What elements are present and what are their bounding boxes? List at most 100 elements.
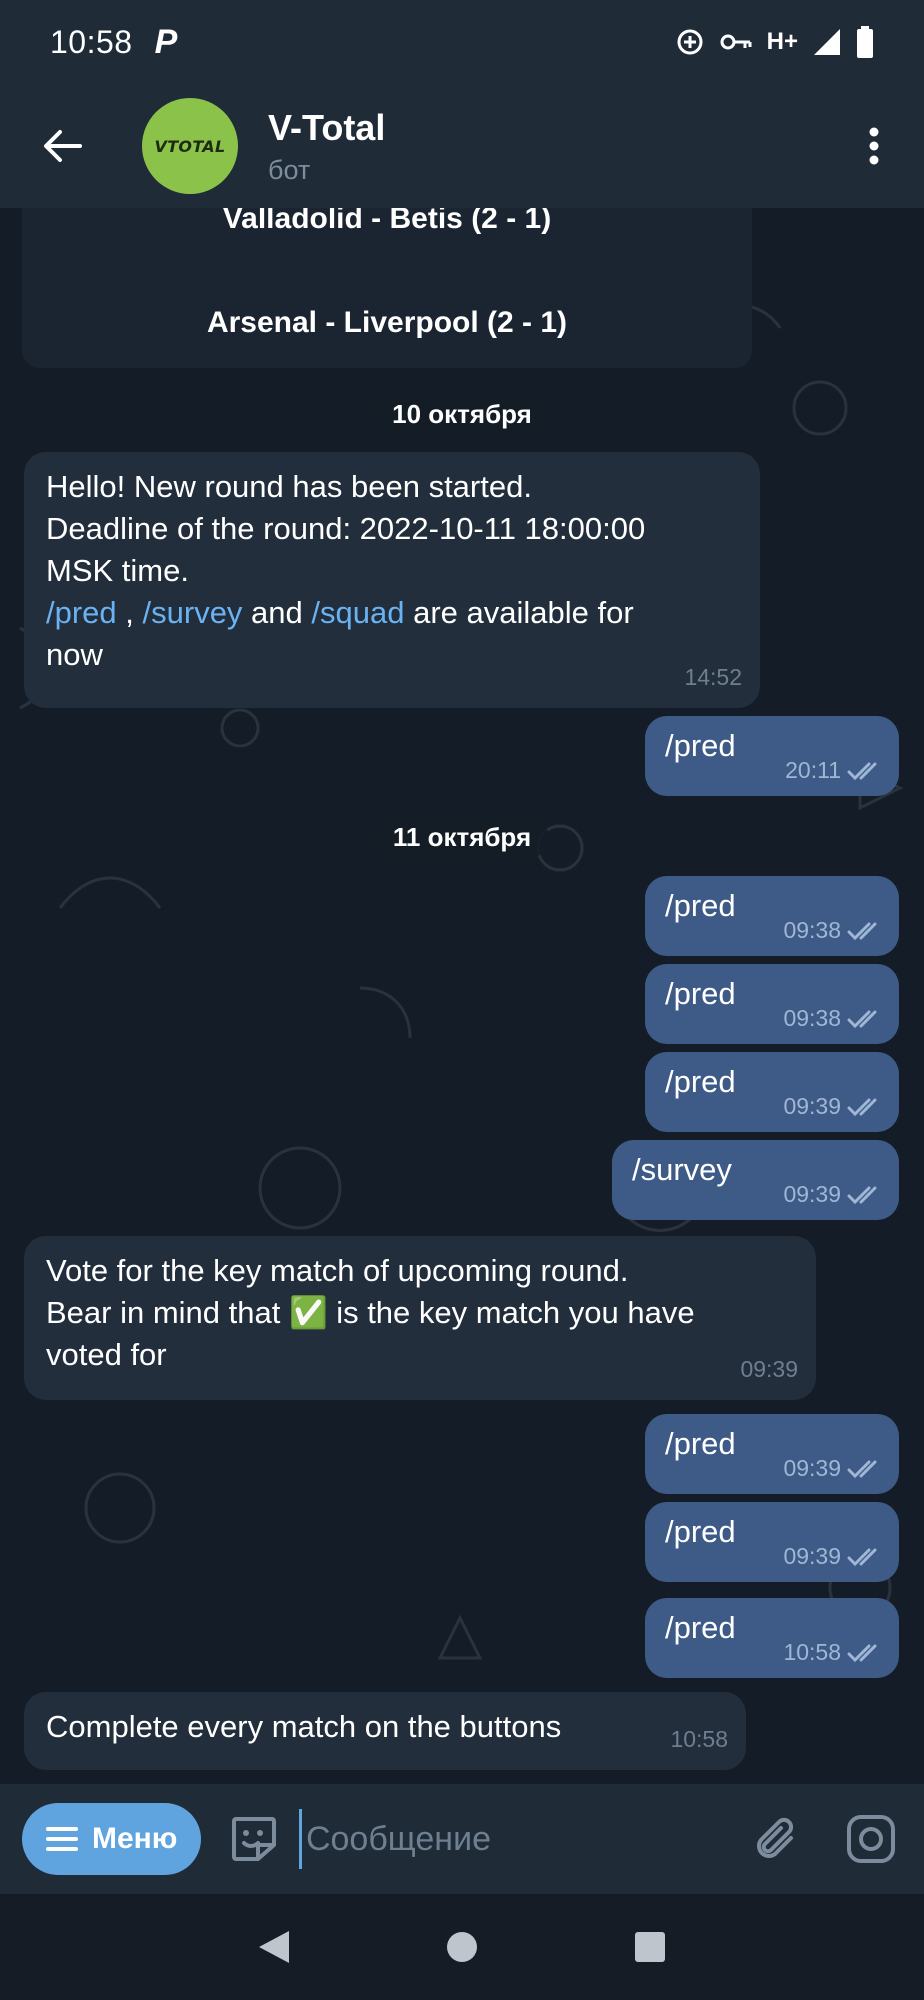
double-check-icon — [847, 1548, 877, 1566]
message-text: /pred — [665, 1064, 736, 1099]
message-text: /survey — [632, 1152, 732, 1187]
double-check-icon — [847, 762, 877, 780]
nav-home-icon[interactable] — [445, 1930, 479, 1964]
message-line: Hello! New round has been started. — [46, 469, 532, 504]
message-time: 09:39 — [783, 1093, 841, 1119]
message-text: /pred — [665, 976, 736, 1011]
outgoing-message: /pred 09:38 — [645, 964, 899, 1044]
message-meta: 09:39 — [783, 1455, 883, 1482]
incoming-message: Vote for the key match of upcoming round… — [24, 1236, 816, 1400]
menu-label: Меню — [92, 1822, 178, 1855]
message-time: 09:38 — [783, 1005, 841, 1031]
message-line: MSK time. — [46, 553, 189, 588]
outgoing-message: /pred 09:39 — [645, 1502, 899, 1582]
message-composer: Меню — [0, 1784, 924, 1894]
message-text: are available for — [404, 595, 634, 630]
message-meta: 10:58 — [783, 1639, 883, 1666]
separator-text: , — [116, 595, 143, 630]
double-check-icon — [847, 1644, 877, 1662]
squad-command-link[interactable]: /squad — [311, 595, 404, 630]
nav-back-icon[interactable] — [257, 1929, 291, 1965]
data-saver-icon — [677, 29, 703, 55]
outgoing-message: /pred 09:39 — [645, 1414, 899, 1494]
incoming-message: Hello! New round has been started. Deadl… — [24, 452, 760, 708]
message-time: 14:52 — [684, 664, 742, 690]
status-bar: 10:58 P H+ — [0, 0, 924, 84]
double-check-icon — [847, 1186, 877, 1204]
network-type: H+ — [766, 28, 798, 55]
check-mark-icon: ✅ — [288, 1295, 328, 1330]
message-line: Bear in mind that ✅ is the key match you… — [46, 1292, 794, 1334]
message-meta: 09:39 — [783, 1093, 883, 1120]
previous-match-1: Valladolid - Betis (2 - 1) — [222, 208, 552, 235]
pred-command-link[interactable]: /pred — [46, 595, 117, 630]
message-text: /pred — [665, 1514, 736, 1549]
message-line: now — [46, 637, 103, 672]
sticker-button[interactable] — [227, 1809, 281, 1869]
chat-header: VTOTAL V-Total бот — [0, 84, 924, 208]
incoming-message: Complete every match on the buttons 10:5… — [24, 1692, 746, 1770]
message-time: 09:38 — [783, 917, 841, 943]
message-meta: 20:11 — [785, 757, 883, 784]
date-separator: 10 октября — [374, 393, 550, 436]
bot-menu-button[interactable]: Меню — [22, 1803, 202, 1875]
message-meta: 09:39 — [783, 1543, 883, 1570]
more-options-button[interactable] — [824, 84, 924, 208]
battery-icon — [857, 26, 873, 58]
p-app-icon: P — [154, 22, 178, 61]
outgoing-message: /pred 20:11 — [645, 716, 899, 796]
outgoing-message: /pred 10:58 — [645, 1598, 899, 1678]
sticker-icon — [232, 1817, 277, 1861]
date-separator: 11 октября — [374, 816, 550, 859]
message-time: 09:39 — [783, 1181, 841, 1207]
message-text: /pred — [665, 1426, 736, 1461]
attach-button[interactable] — [749, 1809, 803, 1869]
message-meta: 09:38 — [783, 1005, 883, 1032]
message-text: Complete every match on the buttons — [46, 1709, 562, 1744]
avatar-logo-text: VTOTAL — [154, 136, 226, 156]
message-line: /pred , /survey and /squad are available… — [46, 592, 738, 634]
chat-title: V-Total — [268, 106, 386, 148]
outgoing-message: /pred 09:39 — [645, 1052, 899, 1132]
camera-button[interactable] — [844, 1809, 898, 1869]
survey-command-link[interactable]: /survey — [143, 595, 243, 630]
message-line: voted for — [46, 1337, 167, 1372]
more-vertical-icon — [869, 127, 879, 165]
status-time: 10:58 — [50, 23, 133, 60]
message-time: 10:58 — [670, 1726, 728, 1752]
chat-area[interactable]: Valladolid - Betis (2 - 1) Arsenal - Liv… — [0, 208, 924, 1784]
separator-text: and — [242, 595, 312, 630]
message-time: 09:39 — [783, 1455, 841, 1481]
outgoing-message: /survey 09:39 — [612, 1140, 899, 1220]
chat-title-block[interactable]: V-Total бот — [268, 107, 385, 186]
previous-match-2: Arsenal - Liverpool (2 - 1) — [206, 306, 568, 339]
menu-icon — [46, 1827, 78, 1851]
message-time: 20:11 — [785, 757, 841, 783]
message-time: 09:39 — [783, 1543, 841, 1569]
nav-recents-icon[interactable] — [633, 1930, 667, 1964]
message-line: Vote for the key match of upcoming round… — [46, 1253, 629, 1288]
status-icons: H+ — [675, 26, 874, 58]
message-text: /pred — [665, 728, 736, 763]
message-text: /pred — [665, 1610, 736, 1645]
message-text: /pred — [665, 888, 736, 923]
back-button[interactable] — [0, 84, 124, 208]
chat-subtitle: бот — [268, 154, 311, 185]
message-text: Bear in mind that — [46, 1295, 289, 1330]
outgoing-message: /pred 09:38 — [645, 876, 899, 956]
paperclip-icon — [756, 1817, 793, 1858]
double-check-icon — [847, 922, 877, 940]
bot-avatar[interactable]: VTOTAL — [142, 98, 238, 194]
message-time: 09:39 — [740, 1356, 798, 1382]
back-arrow-icon — [44, 130, 82, 162]
message-meta: 09:39 — [783, 1181, 883, 1208]
double-check-icon — [847, 1010, 877, 1028]
message-meta: 09:38 — [783, 917, 883, 944]
camera-icon — [847, 1815, 896, 1863]
system-navigation-bar — [0, 1894, 924, 2000]
message-input[interactable] — [298, 1809, 749, 1869]
double-check-icon — [847, 1098, 877, 1116]
vpn-key-icon — [720, 34, 752, 50]
message-line: Deadline of the round: 2022-10-11 18:00:… — [46, 511, 646, 546]
message-text: is the key match you have — [327, 1295, 695, 1330]
